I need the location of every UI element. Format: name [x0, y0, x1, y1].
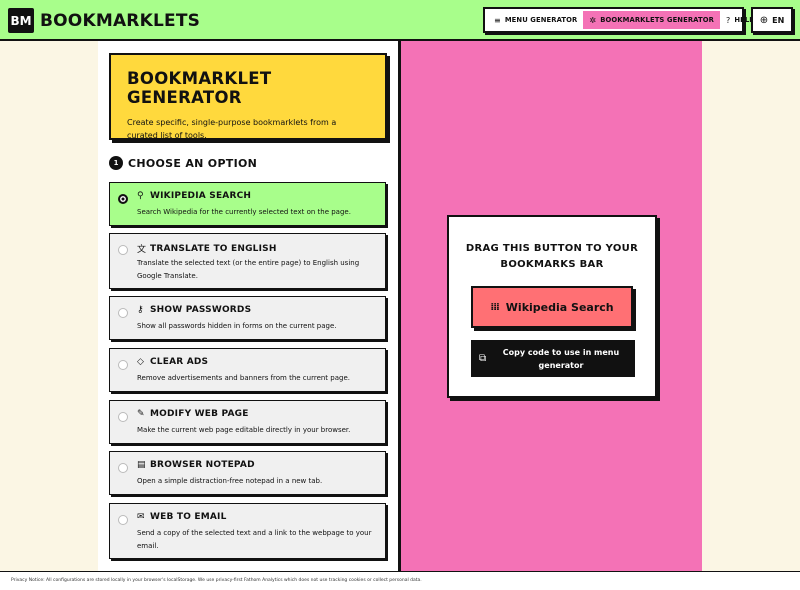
- search-icon: ⚲: [137, 191, 144, 201]
- language-label: EN: [772, 15, 785, 25]
- option-description: Translate the selected text (or the enti…: [137, 259, 360, 280]
- menu-icon: ≡: [494, 15, 501, 25]
- radio-button[interactable]: [118, 194, 128, 204]
- radio-button[interactable]: [118, 463, 128, 473]
- privacy-notice: Privacy Notice: All configurations are s…: [0, 571, 800, 590]
- radio-button[interactable]: [118, 245, 128, 255]
- option-description: Show all passwords hidden in forms on th…: [137, 322, 337, 330]
- preview-panel: DRAG THIS BUTTON TO YOUR BOOKMARKS BAR ⁞…: [401, 41, 702, 571]
- option-browser-notepad[interactable]: ▤ BROWSER NOTEPAD Open a simple distract…: [109, 451, 386, 495]
- mail-icon: ✉: [137, 512, 145, 522]
- option-description: Open a simple distraction-free notepad i…: [137, 477, 323, 485]
- drag-handle-icon: ⁞⁞⁞: [490, 301, 499, 313]
- copy-icon: ⧉: [479, 353, 487, 364]
- option-title: ▤ BROWSER NOTEPAD: [137, 460, 255, 470]
- radio-button[interactable]: [118, 360, 128, 370]
- nav-bookmarklets-generator[interactable]: ✲ BOOKMARKLETS GENERATOR: [583, 11, 720, 29]
- globe-icon: ⊕: [759, 14, 769, 26]
- page-title: BOOKMARKLET GENERATOR: [127, 69, 272, 107]
- radio-button[interactable]: [118, 515, 128, 525]
- hero-card: BOOKMARKLET GENERATOR Create specific, s…: [109, 53, 387, 140]
- main-nav: ≡ MENU GENERATOR ✲ BOOKMARKLETS GENERATO…: [483, 7, 754, 33]
- step-heading: 1 CHOOSE AN OPTION: [109, 156, 257, 170]
- pencil-icon: ✎: [137, 409, 145, 419]
- copy-code-button[interactable]: ⧉ Copy code to use in menu generator: [471, 340, 635, 377]
- drag-instructions: DRAG THIS BUTTON TO YOUR BOOKMARKS BAR: [465, 243, 639, 270]
- option-modify-web-page[interactable]: ✎ MODIFY WEB PAGE Make the current web p…: [109, 400, 386, 444]
- step-number: 1: [109, 156, 123, 170]
- option-title: ✎ MODIFY WEB PAGE: [137, 409, 249, 419]
- radio-button[interactable]: [118, 308, 128, 318]
- option-description: Make the current web page editable direc…: [137, 426, 351, 434]
- options-panel: BOOKMARKLET GENERATOR Create specific, s…: [98, 41, 400, 571]
- option-wikipedia-search[interactable]: ⚲ WIKIPEDIA SEARCH Search Wikipedia for …: [109, 182, 386, 226]
- nav-menu-generator[interactable]: ≡ MENU GENERATOR: [488, 11, 583, 29]
- bookmarklet-label: Wikipedia Search: [505, 300, 614, 314]
- option-description: Remove advertisements and banners from t…: [137, 374, 350, 382]
- notepad-icon: ▤: [137, 460, 146, 470]
- option-title: ⚷ SHOW PASSWORDS: [137, 305, 252, 315]
- option-description: Send a copy of the selected text and a l…: [137, 529, 372, 550]
- option-show-passwords[interactable]: ⚷ SHOW PASSWORDS Show all passwords hidd…: [109, 296, 386, 340]
- language-button[interactable]: ⊕ EN: [751, 7, 793, 33]
- key-icon: ⚷: [137, 305, 144, 315]
- page-description: Create specific, single-purpose bookmark…: [127, 118, 337, 140]
- help-icon: ?: [725, 15, 731, 25]
- drag-card: DRAG THIS BUTTON TO YOUR BOOKMARKS BAR ⁞…: [447, 215, 657, 398]
- radio-button[interactable]: [118, 412, 128, 422]
- logo-badge: BM: [8, 8, 34, 33]
- translate-icon: 文: [137, 245, 147, 255]
- top-bar: BM BOOKMARKLETS ≡ MENU GENERATOR ✲ BOOKM…: [0, 0, 800, 41]
- bookmarklet-drag-button[interactable]: ⁞⁞⁞ Wikipedia Search: [471, 286, 633, 328]
- option-clear-ads[interactable]: ◇ CLEAR ADS Remove advertisements and ba…: [109, 348, 386, 392]
- option-title: ⚲ WIKIPEDIA SEARCH: [137, 191, 252, 201]
- option-description: Search Wikipedia for the currently selec…: [137, 208, 351, 216]
- eraser-icon: ◇: [137, 357, 145, 367]
- nav-label: MENU GENERATOR: [504, 16, 578, 24]
- puzzle-icon: ✲: [589, 15, 597, 25]
- logo-text: BOOKMARKLETS: [40, 10, 201, 31]
- logo[interactable]: BM BOOKMARKLETS: [8, 8, 200, 33]
- copy-code-label: Copy code to use in menu generator: [502, 347, 620, 370]
- option-title: ✉ WEB TO EMAIL: [137, 512, 227, 522]
- option-translate-to-english[interactable]: 文 TRANSLATE TO ENGLISH Translate the sel…: [109, 233, 386, 289]
- step-label: CHOOSE AN OPTION: [128, 156, 258, 170]
- option-title: ◇ CLEAR ADS: [137, 357, 209, 367]
- option-web-to-email[interactable]: ✉ WEB TO EMAIL Send a copy of the select…: [109, 503, 386, 559]
- option-title: 文 TRANSLATE TO ENGLISH: [137, 243, 277, 256]
- nav-label: BOOKMARKLETS GENERATOR: [600, 16, 714, 24]
